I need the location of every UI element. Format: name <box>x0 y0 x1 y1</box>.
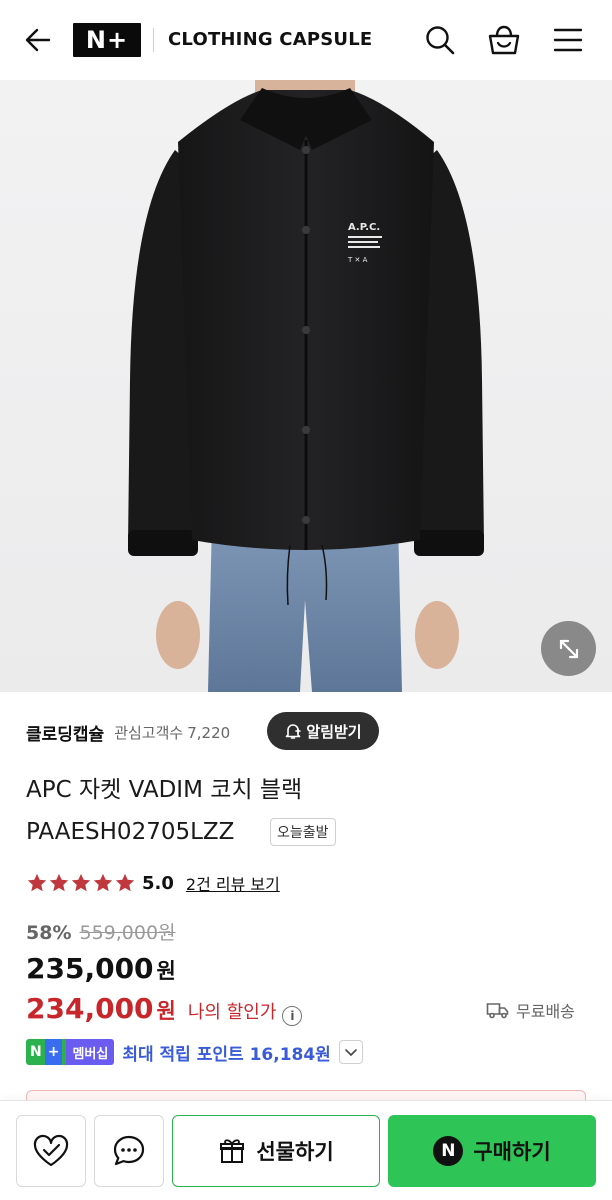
alert-button-label: 알림받기 <box>306 722 362 741</box>
bottom-action-bar: 선물하기 N 구매하기 <box>0 1100 612 1200</box>
brand-name[interactable]: 클로딩캡슐 <box>26 720 104 745</box>
points-row: N + 멤버십 최대 적립 포인트 16,184원 <box>26 1038 363 1066</box>
chat-bubble-icon <box>113 1135 145 1166</box>
bell-plus-icon <box>286 724 302 739</box>
star-icon <box>93 873 113 892</box>
delivery-label: 무료배송 <box>516 1002 575 1021</box>
jacket-photo: A.P.C. T ✕ A <box>128 80 484 692</box>
naver-plus-logo[interactable]: N+ <box>73 23 141 57</box>
store-title[interactable]: CLOTHING CAPSULE <box>168 28 372 52</box>
delivery-info: 무료배송 <box>486 998 575 1022</box>
search-icon <box>426 26 455 55</box>
badge-member: 멤버십 <box>66 1039 115 1065</box>
today-shipping-badge: 오늘출발 <box>270 818 336 846</box>
star-icon <box>115 873 135 892</box>
zoom-expand-icon <box>559 639 578 658</box>
search-button[interactable] <box>420 20 460 60</box>
shopping-bag-icon <box>488 25 520 55</box>
back-arrow-icon <box>25 28 51 52</box>
gift-icon <box>220 1139 245 1163</box>
brand-row: 클로딩캡슐 관심고객수 7,220 <box>26 712 230 752</box>
menu-button[interactable] <box>548 20 588 60</box>
svg-text:T ✕ A: T ✕ A <box>347 256 368 264</box>
my-price-row: 234,000 원 나의 할인가 i <box>26 992 303 1026</box>
star-icon <box>71 873 91 892</box>
back-button[interactable] <box>20 22 56 58</box>
max-points-text: 최대 적립 포인트 16,184원 <box>122 1044 331 1065</box>
membership-badge: N + 멤버십 <box>26 1039 115 1065</box>
product-title: APC 자켓 VADIM 코치 블랙 <box>26 777 303 803</box>
cart-button[interactable] <box>484 20 524 60</box>
info-icon[interactable]: i <box>282 1006 303 1026</box>
followers-count: 7,220 <box>187 723 231 742</box>
followers-text: 관심고객수 <box>114 723 184 742</box>
sale-price-row: 235,000 원 <box>26 952 176 985</box>
my-price-unit: 원 <box>156 999 176 1023</box>
app-header: N+ CLOTHING CAPSULE <box>0 0 612 80</box>
zoom-button[interactable] <box>541 621 596 676</box>
logo-text: N+ <box>85 26 129 54</box>
gift-label: 선물하기 <box>256 1140 334 1164</box>
discount-row: 58% 559,000원 <box>26 918 176 945</box>
my-discount-price: 234,000 <box>26 992 154 1025</box>
followers-label: 관심고객수 7,220 <box>114 722 230 743</box>
sale-price-unit: 원 <box>156 959 176 983</box>
chevron-down-icon <box>345 1049 357 1057</box>
talk-button[interactable] <box>94 1115 164 1187</box>
wishlist-button[interactable] <box>16 1115 86 1187</box>
buy-button[interactable]: N 구매하기 <box>388 1115 596 1187</box>
menu-icon <box>553 28 583 52</box>
rating-score: 5.0 <box>142 872 174 894</box>
naver-pay-n-icon: N <box>433 1136 464 1166</box>
original-price: 559,000원 <box>79 922 176 944</box>
alert-subscribe-button[interactable]: 알림받기 <box>267 712 379 750</box>
star-rating <box>26 872 136 894</box>
discount-rate: 58% <box>26 922 72 944</box>
naver-plus-badge: N + <box>26 1039 67 1065</box>
product-code: PAAESH02705LZZ <box>26 819 235 845</box>
gift-button[interactable]: 선물하기 <box>172 1115 380 1187</box>
points-expand-button[interactable] <box>338 1040 363 1064</box>
star-icon <box>27 873 47 892</box>
badge-plus: + <box>44 1039 63 1065</box>
reviews-link[interactable]: 2건 리뷰 보기 <box>186 871 280 895</box>
heart-check-icon <box>33 1134 69 1167</box>
my-discount-label: 나의 할인가 <box>187 1002 277 1023</box>
star-icon <box>49 873 69 892</box>
rating-row: 5.0 2건 리뷰 보기 <box>26 868 280 898</box>
product-image[interactable]: A.P.C. T ✕ A <box>0 80 612 692</box>
logo-divider <box>153 28 154 52</box>
svg-text:A.P.C.: A.P.C. <box>348 222 380 233</box>
truck-icon <box>486 1003 509 1019</box>
buy-label: 구매하기 <box>473 1140 551 1164</box>
badge-n: N <box>30 1044 42 1060</box>
sale-price: 235,000 <box>26 952 154 985</box>
